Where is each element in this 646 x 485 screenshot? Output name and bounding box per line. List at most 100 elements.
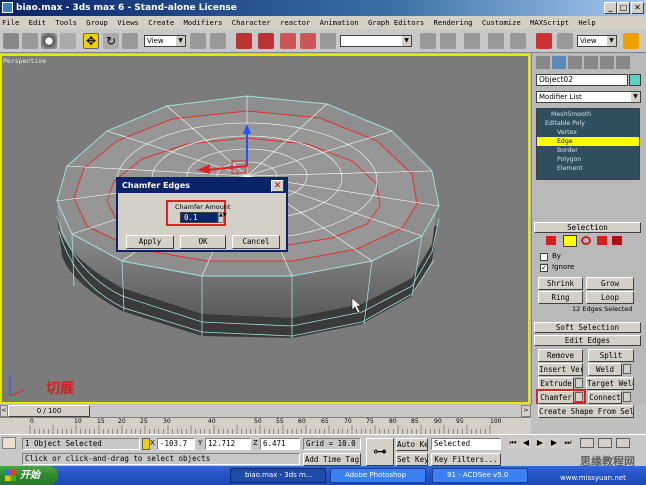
- element-mode-icon[interactable]: [612, 236, 622, 245]
- viewport-label[interactable]: Perspective: [3, 57, 46, 65]
- menu-views[interactable]: Views: [117, 18, 139, 27]
- soft-selection-rollout[interactable]: Soft Selection: [534, 322, 641, 333]
- menu-modifiers[interactable]: Modifiers: [183, 18, 222, 27]
- menu-graph-editors[interactable]: Graph Editors: [368, 18, 424, 27]
- chevron-down-icon[interactable]: ▼: [631, 92, 640, 102]
- modify-tab-icon[interactable]: [552, 56, 566, 69]
- menu-reactor[interactable]: reactor: [280, 18, 310, 27]
- menu-edit[interactable]: Edit: [29, 18, 46, 27]
- curve-editor-icon[interactable]: [488, 33, 504, 49]
- snap-icon[interactable]: [236, 33, 252, 49]
- go-to-end-icon[interactable]: ⏭: [563, 438, 573, 448]
- start-button[interactable]: 开始: [0, 466, 58, 485]
- selection-rollout-header[interactable]: Selection: [534, 222, 641, 233]
- rotate-icon[interactable]: ↻: [103, 33, 119, 49]
- chamfer-settings-icon[interactable]: [575, 392, 583, 402]
- dialog-close-button[interactable]: ✕: [271, 180, 284, 192]
- task-photoshop[interactable]: Adobe Photoshop: [330, 468, 426, 483]
- stack-item-vertex[interactable]: Vertex: [537, 128, 639, 137]
- move-icon[interactable]: ✥: [83, 33, 99, 49]
- remove-button[interactable]: Remove: [538, 349, 583, 362]
- pan-icon[interactable]: [598, 438, 612, 448]
- menu-character[interactable]: Character: [232, 18, 271, 27]
- stack-item-meshsmooth[interactable]: MeshSmooth: [537, 110, 639, 119]
- key-icon[interactable]: ⊶: [366, 438, 394, 466]
- target-weld-button[interactable]: Target Weld: [586, 377, 634, 390]
- next-frame-icon[interactable]: >: [521, 405, 531, 417]
- undo-icon[interactable]: [3, 33, 19, 49]
- auto-key-button[interactable]: Auto Key: [396, 438, 428, 451]
- ok-button[interactable]: OK: [180, 235, 226, 249]
- cancel-button[interactable]: Cancel: [232, 235, 280, 249]
- menu-help[interactable]: Help: [578, 18, 595, 27]
- percent-snap-icon[interactable]: [280, 33, 296, 49]
- ignore-checkbox[interactable]: ✓: [540, 264, 548, 272]
- by-checkbox[interactable]: [540, 253, 548, 261]
- render-scene-icon[interactable]: [557, 33, 573, 49]
- menu-group[interactable]: Group: [86, 18, 108, 27]
- display-tab-icon[interactable]: [600, 56, 614, 69]
- edit-edges-rollout[interactable]: Edit Edges: [534, 335, 641, 346]
- prev-key-icon[interactable]: ◀: [521, 438, 531, 448]
- menu-customize[interactable]: Customize: [482, 18, 521, 27]
- x-coordinate[interactable]: -103.7: [157, 438, 195, 450]
- weld-button[interactable]: Weld: [588, 363, 622, 376]
- quick-render-icon[interactable]: [623, 33, 639, 49]
- menu-animation[interactable]: Animation: [320, 18, 359, 27]
- layer-icon[interactable]: [464, 33, 480, 49]
- create-shape-button[interactable]: Create Shape From Selection: [538, 405, 634, 418]
- named-selection-dropdown[interactable]: [340, 35, 412, 47]
- menu-maxscript[interactable]: MAXScript: [530, 18, 569, 27]
- play-icon[interactable]: ▶: [535, 438, 545, 448]
- task-acdsee[interactable]: 91 - ACDSee v5.0: [432, 468, 528, 483]
- utilities-tab-icon[interactable]: [616, 56, 630, 69]
- scale-icon[interactable]: [122, 33, 138, 49]
- time-slider-thumb[interactable]: 0 / 100: [8, 405, 90, 417]
- pivot-icon[interactable]: [190, 33, 206, 49]
- menu-file[interactable]: File: [2, 18, 19, 27]
- select-link-icon[interactable]: [22, 33, 38, 49]
- chamfer-button[interactable]: Chamfer: [538, 391, 574, 404]
- stack-item-editable-poly[interactable]: Editable Poly: [537, 119, 639, 128]
- modifier-list-dropdown[interactable]: Modifier List: [536, 91, 641, 103]
- select-object-icon[interactable]: [41, 33, 57, 49]
- add-time-tag-button[interactable]: Add Time Tag: [303, 453, 361, 466]
- schematic-icon[interactable]: [510, 33, 526, 49]
- angle-snap-icon[interactable]: [258, 33, 274, 49]
- weld-settings-icon[interactable]: [623, 364, 631, 374]
- close-button[interactable]: ✕: [631, 2, 644, 14]
- named-selection-icon[interactable]: [320, 33, 336, 49]
- task-3dsmax[interactable]: biao.max - 3ds m...: [230, 468, 326, 483]
- maximize-button[interactable]: □: [617, 2, 630, 14]
- reference-coord-dropdown[interactable]: View: [144, 35, 186, 47]
- motion-tab-icon[interactable]: [584, 56, 598, 69]
- ring-button[interactable]: Ring: [538, 291, 583, 304]
- apply-button[interactable]: Apply: [126, 235, 174, 249]
- maxscript-listener-icon[interactable]: [2, 437, 16, 449]
- stack-item-element[interactable]: Element: [537, 164, 639, 173]
- menu-create[interactable]: Create: [148, 18, 174, 27]
- prev-frame-icon[interactable]: <: [0, 405, 8, 417]
- menu-rendering[interactable]: Rendering: [434, 18, 473, 27]
- connect-settings-icon[interactable]: [623, 392, 631, 402]
- track-bar[interactable]: 0 10 15 20 25 30 40 50 55 60 65 70 75 80…: [0, 417, 531, 434]
- hierarchy-tab-icon[interactable]: [568, 56, 582, 69]
- minimize-button[interactable]: _: [604, 2, 617, 14]
- create-tab-icon[interactable]: [536, 56, 550, 69]
- border-mode-icon[interactable]: [581, 236, 591, 245]
- stack-item-polygon[interactable]: Polygon: [537, 155, 639, 164]
- connect-button[interactable]: Connect: [588, 391, 622, 404]
- key-selection-dropdown[interactable]: Selected: [431, 438, 501, 450]
- align-icon[interactable]: [440, 33, 456, 49]
- stack-item-border[interactable]: Border: [537, 146, 639, 155]
- set-key-button[interactable]: Set Key: [396, 453, 428, 466]
- vertex-mode-icon[interactable]: [546, 236, 556, 245]
- go-to-start-icon[interactable]: ⏮: [508, 438, 518, 448]
- select-manipulate-icon[interactable]: [210, 33, 226, 49]
- zoom-icon[interactable]: [580, 438, 594, 448]
- loop-button[interactable]: Loop: [586, 291, 634, 304]
- spinner-snap-icon[interactable]: [300, 33, 316, 49]
- key-filters-button[interactable]: Key Filters...: [431, 453, 501, 466]
- render-type-dropdown[interactable]: View: [577, 35, 617, 47]
- polygon-mode-icon[interactable]: [597, 236, 607, 245]
